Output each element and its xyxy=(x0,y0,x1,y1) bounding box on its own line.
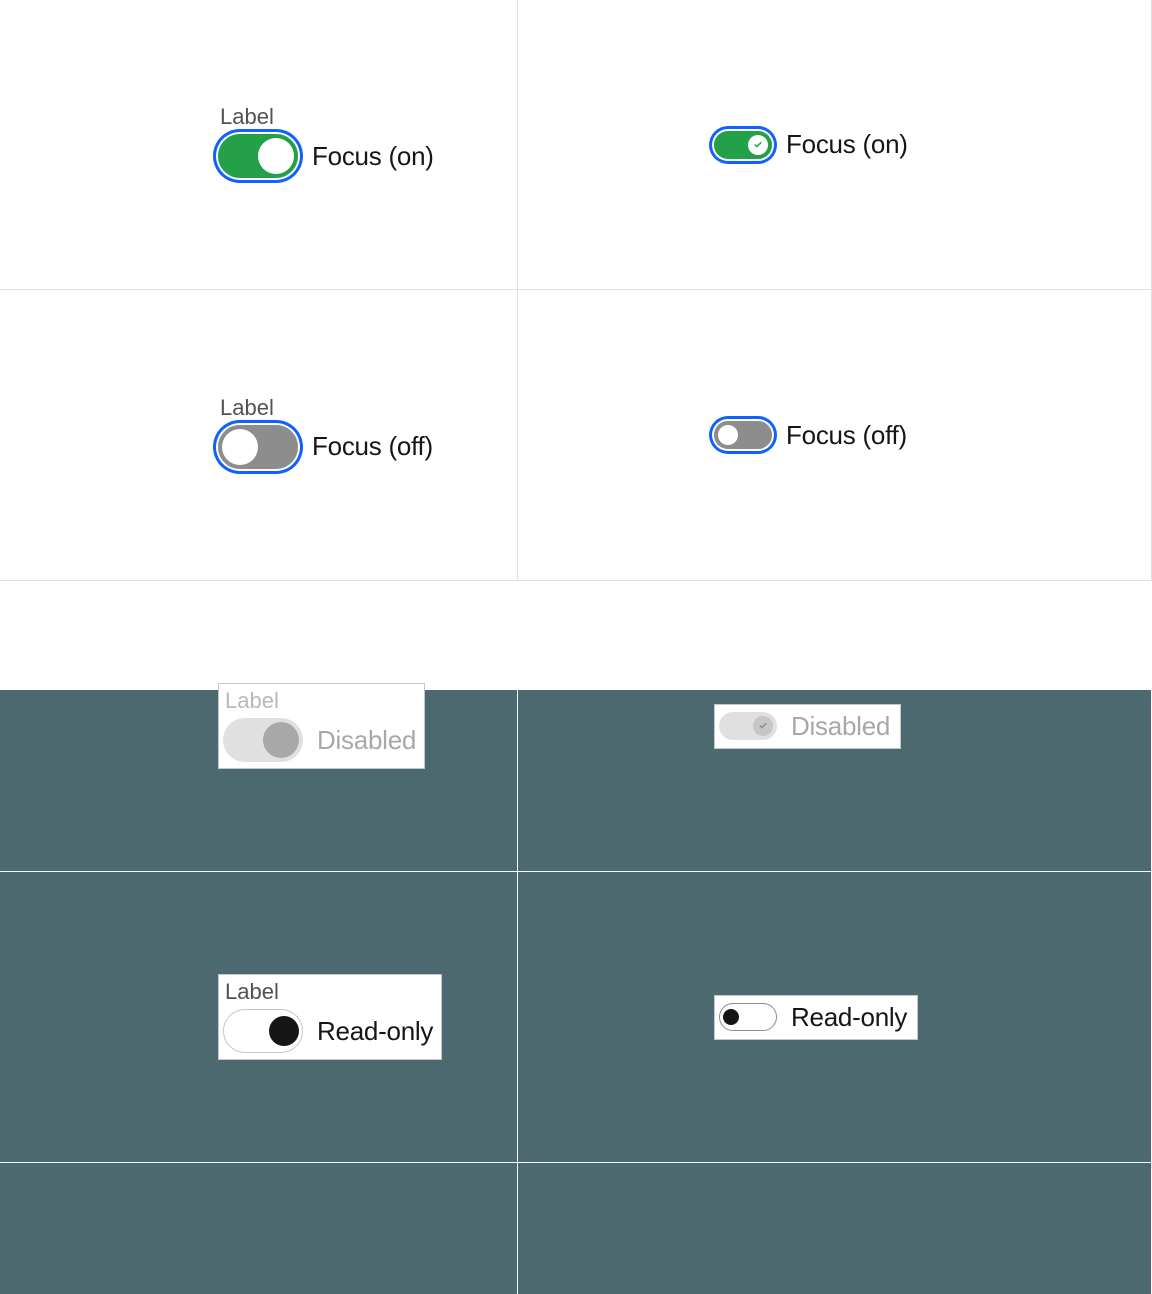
toggle-switch xyxy=(719,712,777,740)
toggle-switch xyxy=(223,718,303,762)
cell-focus-off-small: Focus (off) xyxy=(518,290,1152,581)
toggle-switch[interactable] xyxy=(218,134,298,178)
toggle-knob xyxy=(269,1016,299,1046)
toggle-card: Label Disabled xyxy=(218,683,425,769)
toggle-state-text: Read-only xyxy=(791,1002,907,1033)
toggle-state-text: Disabled xyxy=(317,725,416,756)
toggle-state-text: Disabled xyxy=(791,711,890,742)
toggle-states-grid: Label Focus (on) Focus (on) Label xyxy=(0,0,1152,1163)
toggle-knob xyxy=(748,135,768,155)
toggle-label: Label xyxy=(220,395,433,421)
toggle-state-text: Focus (off) xyxy=(312,431,433,462)
toggle-label: Label xyxy=(225,979,279,1005)
toggle-switch[interactable] xyxy=(218,425,298,469)
toggle-switch[interactable] xyxy=(714,131,772,159)
cell-focus-on-small: Focus (on) xyxy=(518,0,1152,290)
toggle-switch xyxy=(719,1003,777,1031)
bottom-strip xyxy=(0,1163,1152,1294)
toggle-state-text: Focus (on) xyxy=(786,129,908,160)
toggle-card: Label Read-only xyxy=(218,974,442,1060)
toggle-state-text: Focus (off) xyxy=(786,420,907,451)
toggle-switch[interactable] xyxy=(714,421,772,449)
toggle-card: Disabled xyxy=(714,704,901,749)
checkmark-icon xyxy=(757,720,769,732)
cell-readonly-large: Label Read-only xyxy=(0,872,518,1163)
toggle-knob xyxy=(222,429,258,465)
checkmark-icon xyxy=(752,139,764,151)
toggle-knob xyxy=(263,722,299,758)
toggle-card: Read-only xyxy=(714,995,918,1040)
toggle-knob xyxy=(723,1009,739,1025)
cell-focus-off-large: Label Focus (off) xyxy=(0,290,518,581)
cell-readonly-small: Read-only xyxy=(518,872,1152,1163)
toggle-switch xyxy=(223,1009,303,1053)
toggle-state-text: Focus (on) xyxy=(312,141,434,172)
cell-focus-on-large: Label Focus (on) xyxy=(0,0,518,290)
toggle-knob xyxy=(258,138,294,174)
toggle-knob xyxy=(718,425,738,445)
cell-disabled-small: Disabled xyxy=(518,581,1152,872)
toggle-knob xyxy=(753,716,773,736)
toggle-label: Label xyxy=(220,104,434,130)
cell-disabled-large: Label Disabled xyxy=(0,581,518,872)
toggle-state-text: Read-only xyxy=(317,1016,433,1047)
toggle-label: Label xyxy=(225,688,279,714)
